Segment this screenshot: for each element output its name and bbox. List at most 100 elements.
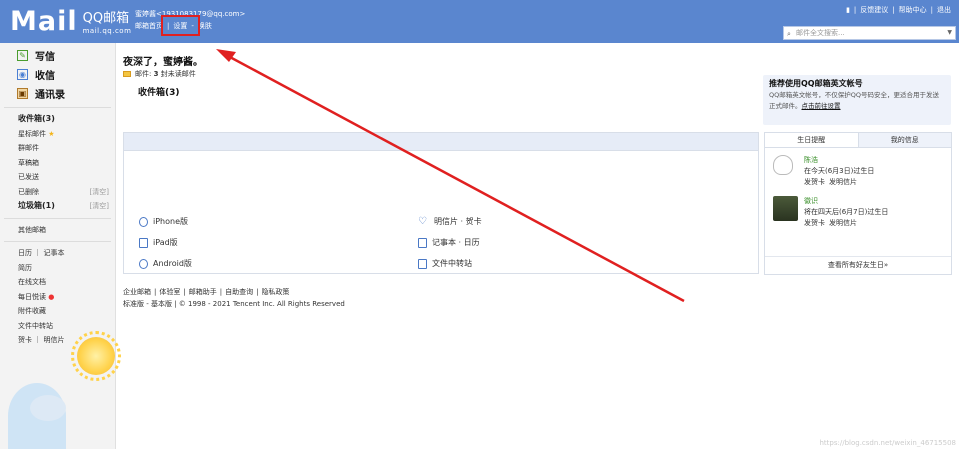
divider: | [853,6,857,14]
footer: 企业邮箱 | 体验室 | 邮箱助手 | 自助查询 | 隐私政策 标准版 - 基本版 | © 19… [123,286,345,310]
app-label: 文件中转站 [432,259,472,268]
divider [4,107,111,108]
avatar[interactable] [773,196,798,221]
heart-icon: ♡ [418,215,427,227]
divider: | [183,288,186,296]
calendar-icon [418,237,427,248]
sidebar-item-label: 群邮件 [18,144,39,152]
send-postcard-link[interactable]: 发明信片 [829,219,857,227]
app-iphone-link[interactable]: iPhone版 [139,216,188,227]
unread-prefix: 邮件: [135,70,152,78]
sidebar-item-drafts[interactable]: 草稿箱 [0,156,115,171]
clear-trash-button[interactable]: [清空] [90,185,109,200]
inbox-link[interactable]: 收件箱(3) [138,85,180,98]
unread-count[interactable]: 3 [154,70,159,78]
search-icon: ⌕ [787,30,791,38]
qq-mail-logo[interactable]: Mail QQ邮箱 mail.qq.com [10,6,131,36]
footer-link[interactable]: 自助查询 [225,288,253,296]
chevron-down-icon[interactable]: ▼ [947,27,952,39]
birthday-name[interactable]: 徽识 [804,196,888,207]
promo-desc: QQ邮箱英文帐号，不仅保护QQ号码安全，更适合用于发送正式邮件。 [769,91,939,110]
sidebar-item-resume[interactable]: 简历 [0,261,115,276]
notice-icon[interactable]: ▮ [846,6,850,14]
promo-title: 推荐使用QQ邮箱英文帐号 [769,79,863,88]
logo-mail-text: Mail [10,6,78,37]
sidebar-item-docs[interactable]: 在线文档 [0,275,115,290]
whale-decoration-head [30,395,66,421]
footer-link[interactable]: 邮箱助手 [189,288,217,296]
footer-link[interactable]: 隐私政策 [261,288,289,296]
watermark: https://blog.csdn.net/weixin_46715508 [819,439,956,447]
compose-button[interactable]: ✎ 写信 [0,46,115,65]
search-placeholder: 邮件全文搜索... [796,29,845,37]
birthday-actions: 发贺卡 发明信片 [804,218,888,229]
clear-spam-button[interactable]: [清空] [90,199,109,214]
app-ipad-link[interactable]: iPad版 [139,237,178,248]
send-card-link[interactable]: 发贺卡 [804,219,825,227]
send-card-link[interactable]: 发贺卡 [804,178,825,186]
birthday-actions: 发贺卡 发明信片 [804,177,874,188]
all-birthdays-link[interactable]: 查看所有好友生日» [765,256,951,274]
tab-my-info[interactable]: 我的信息 [859,133,952,147]
sidebar-item-group[interactable]: 群邮件 [0,141,115,156]
sidebar-item-label: 其他邮箱 [18,225,46,234]
app-notebook-link[interactable]: 记事本 · 日历 [418,237,480,248]
sidebar-item-deleted[interactable]: 已删除 [清空] [0,185,115,200]
sidebar-item-starred[interactable]: 星标邮件 ★ [0,127,115,142]
divider: | [256,288,259,296]
sidebar: ✎ 写信 ◉ 收信 ▣ 通讯录 收件箱(3) 星标邮件 ★ 群邮件 草稿箱 已发… [0,43,116,449]
app-file-transfer-link[interactable]: 文件中转站 [418,258,472,269]
main-content: 夜深了，蜜婷酱。 邮件: 3 封未读邮件 收件箱(3) 推荐使用QQ邮箱英文帐号… [116,43,959,449]
feedback-link[interactable]: 反馈建议 [860,6,888,14]
app-android-link[interactable]: Android版 [139,258,192,269]
sidebar-item-sent[interactable]: 已发送 [0,170,115,185]
birthday-item: 陈浩 在今天(6月3日)过生日 发贺卡 发明信片 [773,155,874,188]
contacts-button[interactable]: ▣ 通讯录 [0,84,115,103]
apps-panel-header [124,133,758,151]
avatar[interactable] [773,155,793,175]
sidebar-item-attachments[interactable]: 附件收藏 [0,304,115,319]
tab-birthday[interactable]: 生日提醒 [765,133,859,147]
divider: | [219,288,223,296]
footer-link[interactable]: 企业邮箱 [123,288,151,296]
app-label: Android版 [153,259,192,268]
sidebar-item-other-mailboxes[interactable]: 其他邮箱 [0,223,115,238]
sidebar-item-spam[interactable]: 垃圾箱(1) [清空] [0,199,115,214]
divider [4,241,111,242]
divider: | [892,6,895,14]
sidebar-item-reading[interactable]: 每日悦读 ● [0,290,115,305]
sidebar-item-label: 垃圾箱(1) [18,201,55,210]
sidebar-item-label: 草稿箱 [18,158,39,167]
sidebar-item-calendar[interactable]: 日历 ｜ 记事本 [0,246,115,261]
search-input[interactable]: ⌕ 邮件全文搜索... ▼ [783,26,956,40]
promo-box: 推荐使用QQ邮箱英文帐号 QQ邮箱英文帐号，不仅保护QQ号码安全，更适合用于发送… [763,75,951,125]
greeting: 夜深了，蜜婷酱。 [123,57,203,68]
pencil-icon: ✎ [17,50,28,61]
app-label: 明信片 · 贺卡 [434,217,482,226]
send-postcard-link[interactable]: 发明信片 [829,178,857,186]
logout-link[interactable]: 退出 [937,6,951,14]
divider: | [154,288,157,296]
home-link[interactable]: 邮箱首页 [135,22,163,30]
help-link[interactable]: 帮助中心 [899,6,927,14]
app-label: 记事本 · 日历 [432,238,480,247]
receive-button[interactable]: ◉ 收信 [0,65,115,84]
envelope-icon [123,71,131,77]
unread-summary: 邮件: 3 封未读邮件 [123,69,196,79]
divider: | [930,6,933,14]
unread-suffix: 封未读邮件 [160,70,196,78]
ipad-icon [139,237,148,248]
promo-link[interactable]: 点击前往设置 [802,102,841,110]
sidebar-item-inbox[interactable]: 收件箱(3) [0,112,115,127]
birthday-name[interactable]: 陈浩 [804,155,874,166]
footer-links: 企业邮箱 | 体验室 | 邮箱助手 | 自助查询 | 隐私政策 [123,286,345,298]
sidebar-item-label: 已删除 [18,187,39,196]
new-dot-icon: ● [48,292,55,301]
mail-app: Mail QQ邮箱 mail.qq.com 蜜婷酱<1931083179@qq.… [0,0,959,449]
app-postcard-link[interactable]: ♡ 明信片 · 贺卡 [418,216,482,227]
sun-decoration [77,337,115,375]
sidebar-item-label: 收件箱(3) [18,114,55,123]
promo-text: QQ邮箱英文帐号，不仅保护QQ号码安全，更适合用于发送正式邮件。点击前往设置 [769,90,945,112]
footer-link[interactable]: 体验室 [159,288,180,296]
sidebar-item-label: 附件收藏 [18,307,46,315]
